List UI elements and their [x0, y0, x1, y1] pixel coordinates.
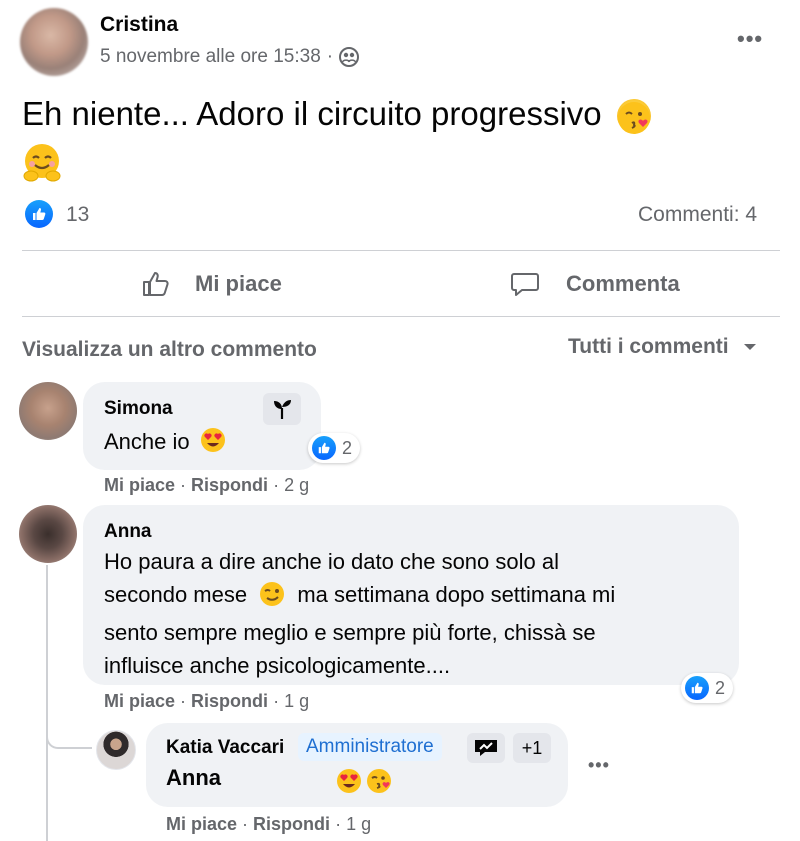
- comment-time[interactable]: 2 g: [284, 475, 309, 495]
- comment-reactions[interactable]: 2: [308, 433, 361, 463]
- reply-author[interactable]: Katia Vaccari: [166, 737, 284, 759]
- separator: ·: [180, 475, 192, 495]
- sprout-icon[interactable]: [263, 393, 301, 425]
- separator: ·: [273, 691, 285, 711]
- like-button-label: Mi piace: [195, 271, 282, 296]
- reply-more-icon[interactable]: •••: [588, 755, 610, 776]
- comment-author[interactable]: Anna: [104, 521, 152, 543]
- comment-actions: Mi piace · Rispondi · 2 g: [104, 475, 309, 496]
- heart-eyes-emoji-icon: [200, 427, 226, 462]
- thread-line: [46, 565, 48, 841]
- comment-time[interactable]: 1 g: [284, 691, 309, 711]
- wink-emoji-icon: [259, 581, 285, 616]
- post-author-name[interactable]: Cristina: [100, 13, 178, 37]
- comment-text-line: sento sempre meglio e sempre più forte, …: [104, 620, 596, 645]
- like-icon: [312, 436, 336, 460]
- mention-link[interactable]: Anna: [166, 765, 221, 791]
- comment-reply-button[interactable]: Rispondi: [191, 475, 268, 495]
- reply-author-avatar[interactable]: [96, 730, 136, 770]
- reply-like-button[interactable]: Mi piace: [166, 814, 237, 834]
- comment-text-fragment: secondo mese: [104, 582, 248, 607]
- friends-icon: [339, 47, 360, 67]
- post-date[interactable]: 5 novembre alle ore 15:38: [100, 46, 321, 68]
- comment-text-value: Anche io: [104, 429, 190, 454]
- commenter-avatar[interactable]: [19, 505, 77, 563]
- reply-time[interactable]: 1 g: [346, 814, 371, 834]
- separator: ·: [180, 691, 192, 711]
- separator: ·: [273, 475, 285, 495]
- commenter-avatar[interactable]: [19, 382, 77, 440]
- like-button[interactable]: Mi piace: [141, 269, 282, 299]
- admin-badge[interactable]: Amministratore: [298, 733, 442, 761]
- like-count[interactable]: 13: [66, 203, 89, 227]
- comment-like-button[interactable]: Mi piace: [104, 691, 175, 711]
- separator: ·: [335, 814, 347, 834]
- post-text: Eh niente... Adoro il circuito progressi…: [22, 89, 782, 139]
- hug-emoji-icon: [22, 143, 62, 183]
- comment-button[interactable]: Commenta: [510, 269, 680, 299]
- comment-like-button[interactable]: Mi piace: [104, 475, 175, 495]
- comment-reactions[interactable]: 2: [681, 673, 734, 703]
- comment-text: Anche io: [104, 425, 226, 462]
- like-icon: [685, 676, 709, 700]
- reply-text: Anna: [166, 765, 221, 791]
- post-meta: 5 novembre alle ore 15:38 ·: [100, 46, 360, 68]
- meta-separator: ·: [326, 46, 334, 67]
- comment-actions: Mi piace · Rispondi · 1 g: [104, 691, 309, 712]
- reply-connector: [46, 725, 92, 749]
- comment-filter-dropdown[interactable]: Tutti i commenti: [568, 335, 757, 359]
- comment-text-line: influisce anche psicologicamente....: [104, 653, 451, 678]
- top-fan-badge-icon[interactable]: [467, 733, 505, 763]
- comment-text: Ho paura a dire anche io dato che sono s…: [104, 545, 724, 682]
- post-text-line: Eh niente... Adoro il circuito progressi…: [22, 95, 602, 132]
- like-icon: [25, 200, 53, 228]
- comment-icon: [510, 269, 552, 299]
- kiss-emoji-icon: [616, 99, 651, 135]
- comment-button-label: Commenta: [566, 271, 680, 296]
- comment-text-line: Ho paura a dire anche io dato che sono s…: [104, 549, 559, 574]
- reaction-count: 2: [342, 437, 353, 458]
- comment-filter-label: Tutti i commenti: [568, 335, 729, 358]
- reply-reply-button[interactable]: Rispondi: [253, 814, 330, 834]
- comment-text-fragment: ma settimana dopo settimana mi: [297, 582, 616, 607]
- reply-actions: Mi piace · Rispondi · 1 g: [166, 814, 371, 835]
- thumbs-up-icon: [141, 269, 183, 299]
- more-icon[interactable]: •••: [737, 26, 763, 52]
- comments-count[interactable]: Commenti: 4: [638, 203, 757, 227]
- view-more-comments-link[interactable]: Visualizza un altro commento: [22, 338, 317, 362]
- divider-top: [22, 250, 780, 251]
- comment-reply-button[interactable]: Rispondi: [191, 691, 268, 711]
- comment-text-line-2: secondo mese ma settimana dopo settimana…: [104, 578, 724, 616]
- heart-eyes-emoji-icon: [336, 768, 362, 794]
- divider-bottom: [22, 316, 780, 317]
- comment-author[interactable]: Simona: [104, 398, 173, 420]
- caret-down-icon: [743, 342, 757, 352]
- badge-extra-count[interactable]: +1: [513, 733, 551, 763]
- reaction-count: 2: [715, 677, 726, 698]
- author-avatar[interactable]: [20, 8, 88, 76]
- separator: ·: [242, 814, 254, 834]
- kiss-emoji-icon: [366, 768, 392, 794]
